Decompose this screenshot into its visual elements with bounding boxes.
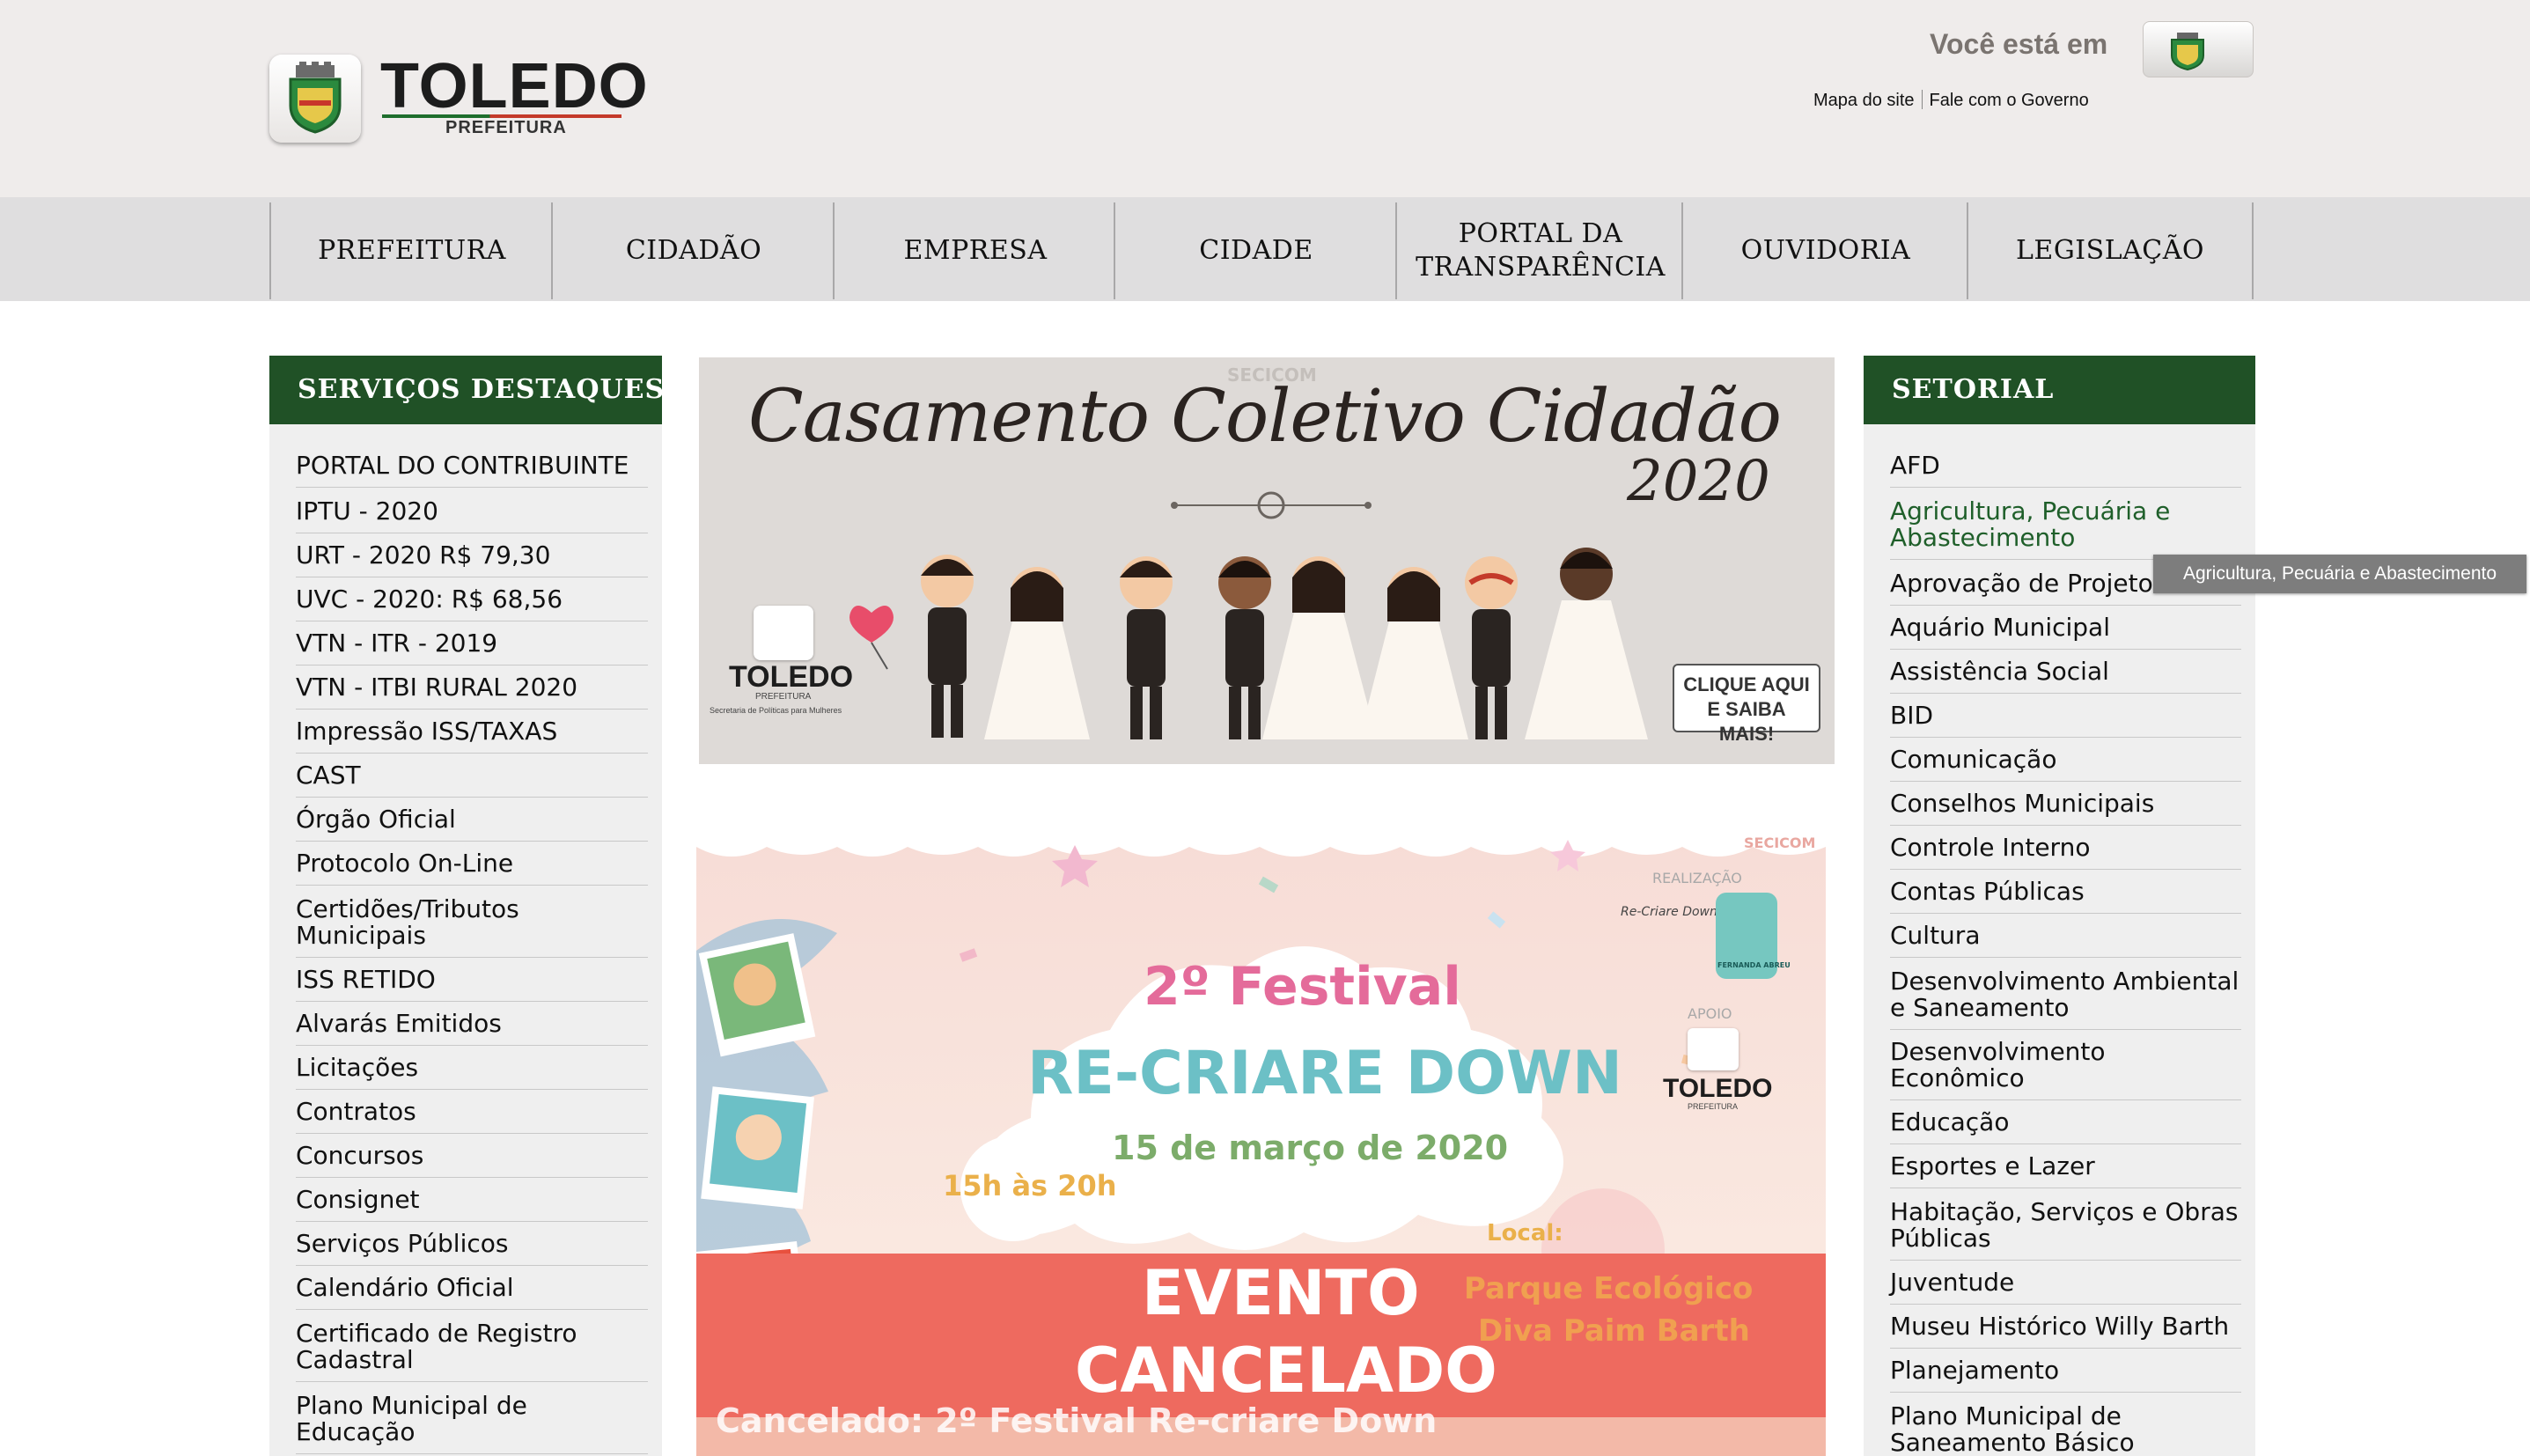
festival-location-line1: Parque Ecológico: [1464, 1271, 1754, 1306]
service-iptu[interactable]: IPTU - 2020: [296, 489, 648, 533]
partner-logo-recriare: Re-Criare Down: [1621, 905, 1717, 919]
sector-agricultura[interactable]: Agricultura, Pecuária e Abastecimento: [1890, 489, 2241, 560]
sector-aquario[interactable]: Aquário Municipal: [1890, 606, 2241, 650]
banner-caption[interactable]: Cancelado: 2º Festival Re-criare Down: [716, 1401, 1437, 1440]
sector-educacao[interactable]: Educação: [1890, 1100, 2241, 1144]
city-crest-logo-icon[interactable]: [269, 55, 361, 143]
banner-logo-subtitle: PREFEITURA: [755, 692, 812, 702]
sector-planejamento[interactable]: Planejamento: [1890, 1349, 2241, 1393]
link-divider: [1921, 90, 1923, 109]
sector-assistencia-social[interactable]: Assistência Social: [1890, 650, 2241, 694]
sector-contas-publicas[interactable]: Contas Públicas: [1890, 870, 2241, 914]
festival-title-line2: RE-CRIARE DOWN: [1027, 1039, 1622, 1108]
city-crest-icon: [2171, 33, 2204, 71]
link-tooltip: Agricultura, Pecuária e Abastecimento: [2153, 555, 2526, 593]
banner-crest-icon: [754, 606, 813, 660]
main-nav: PREFEITURA CIDADÃO EMPRESA CIDADE PORTAL…: [0, 197, 2530, 301]
sitemap-link[interactable]: Mapa do site: [1813, 91, 1915, 110]
service-plano-educacao[interactable]: Plano Municipal de Educação: [296, 1384, 648, 1454]
nav-item-cidadao[interactable]: CIDADÃO: [551, 202, 835, 299]
cancelled-status-line1: EVENTO: [1142, 1257, 1420, 1329]
support-logo-subtitle: PREFEITURA: [1688, 1102, 1739, 1111]
service-uvc[interactable]: UVC - 2020: R$ 68,56: [296, 577, 648, 621]
logo-subtitle: PREFEITURA: [445, 118, 567, 137]
featured-services-panel: SERVIÇOS DESTAQUES PORTAL DO CONTRIBUINT…: [269, 356, 662, 1456]
nav-item-legislacao[interactable]: LEGISLAÇÃO: [1967, 202, 2254, 299]
service-contratos[interactable]: Contratos: [296, 1090, 648, 1134]
sectoral-panel: SETORIAL AFD Agricultura, Pecuária e Aba…: [1864, 356, 2255, 1456]
featured-services-list: PORTAL DO CONTRIBUINTE IPTU - 2020 URT -…: [269, 424, 662, 1456]
banner-logo-caption: Secretaria de Políticas para Mulheres: [710, 706, 842, 715]
sector-desenvolvimento-ambiental[interactable]: Desenvolvimento Ambiental e Saneamento: [1890, 960, 2241, 1030]
sector-saneamento[interactable]: Plano Municipal de Saneamento Básico: [1890, 1394, 2241, 1456]
support-label: APOIO: [1688, 1005, 1732, 1022]
sector-afd[interactable]: AFD: [1890, 444, 2241, 488]
service-vtn-itbi[interactable]: VTN - ITBI RURAL 2020: [296, 665, 648, 710]
banner-watermark: SECICOM: [1744, 835, 1816, 851]
wedding-banner[interactable]: SECICOM Casamento Coletivo Cidadão 2020: [699, 357, 1835, 764]
service-certidoes[interactable]: Certidões/Tributos Municipais: [296, 887, 648, 958]
service-vtn-itr[interactable]: VTN - ITR - 2019: [296, 621, 648, 665]
service-cast[interactable]: CAST: [296, 754, 648, 798]
service-calendario[interactable]: Calendário Oficial: [296, 1266, 648, 1310]
partner-logo-fernanda-label: FERNANDA ABREU: [1717, 961, 1791, 969]
sector-habitacao[interactable]: Habitação, Serviços e Obras Públicas: [1890, 1190, 2241, 1261]
service-licitacoes[interactable]: Licitações: [296, 1046, 648, 1090]
sector-esportes[interactable]: Esportes e Lazer: [1890, 1144, 2241, 1188]
service-alvaras[interactable]: Alvarás Emitidos: [296, 1002, 648, 1046]
sector-comunicacao[interactable]: Comunicação: [1890, 738, 2241, 782]
contact-government-link[interactable]: Fale com o Governo: [1930, 91, 2089, 110]
sector-museu[interactable]: Museu Histórico Willy Barth: [1890, 1305, 2241, 1349]
service-concursos[interactable]: Concursos: [296, 1134, 648, 1178]
festival-location-label: Local:: [1487, 1220, 1563, 1246]
service-consignet[interactable]: Consignet: [296, 1178, 648, 1222]
nav-item-prefeitura[interactable]: PREFEITURA: [269, 202, 553, 299]
support-logo-title: TOLEDO: [1663, 1074, 1773, 1103]
nav-item-empresa[interactable]: EMPRESA: [833, 202, 1116, 299]
logo-title[interactable]: TOLEDO: [380, 51, 649, 121]
sector-juventude[interactable]: Juventude: [1890, 1261, 2241, 1305]
site-header: TOLEDO PREFEITURA Você está em Mapa do s…: [0, 0, 2530, 197]
banner-cta-button[interactable]: CLIQUE AQUI E SAIBA MAIS!: [1673, 664, 1820, 745]
nav-item-ouvidoria[interactable]: OUVIDORIA: [1681, 202, 1968, 299]
service-iss-retido[interactable]: ISS RETIDO: [296, 958, 648, 1002]
sectoral-title: SETORIAL: [1864, 356, 2255, 424]
festival-date: 15 de março de 2020: [1112, 1129, 1509, 1167]
sector-cultura[interactable]: Cultura: [1890, 914, 2241, 958]
realization-label: REALIZAÇÃO: [1652, 870, 1742, 886]
support-crest-icon: [1688, 1028, 1739, 1070]
service-portal-contribuinte[interactable]: PORTAL DO CONTRIBUINTE: [296, 444, 648, 488]
festival-location-line2: Diva Paim Barth: [1478, 1313, 1750, 1349]
sector-bid[interactable]: BID: [1890, 694, 2241, 738]
festival-banner[interactable]: SECICOM REALIZAÇÃO Re-Criare Down FERNAN…: [696, 827, 1826, 1456]
location-selector[interactable]: [2143, 21, 2254, 77]
sector-controle-interno[interactable]: Controle Interno: [1890, 826, 2241, 870]
banner-logo-title: TOLEDO: [729, 660, 854, 694]
top-links: Mapa do site Fale com o Governo: [1813, 90, 2089, 111]
service-protocolo[interactable]: Protocolo On-Line: [296, 842, 648, 886]
nav-item-cidade[interactable]: CIDADE: [1114, 202, 1397, 299]
service-orgao-oficial[interactable]: Órgão Oficial: [296, 798, 648, 842]
location-label: Você está em: [1930, 28, 2108, 60]
festival-time: 15h às 20h: [943, 1169, 1117, 1202]
service-servicos-publicos[interactable]: Serviços Públicos: [296, 1222, 648, 1266]
featured-services-title: SERVIÇOS DESTAQUES: [269, 356, 662, 424]
service-urt[interactable]: URT - 2020 R$ 79,30: [296, 533, 648, 577]
service-certificado-registro[interactable]: Certificado de Registro Cadastral: [296, 1312, 648, 1382]
sector-desenvolvimento-economico[interactable]: Desenvolvimento Econômico: [1890, 1030, 2241, 1100]
nav-item-transparencia[interactable]: PORTAL DA TRANSPARÊNCIA: [1395, 202, 1684, 299]
cancelled-status-line2: CANCELADO: [1075, 1335, 1497, 1407]
wedding-couples-illustration: [849, 491, 1648, 739]
sector-conselhos[interactable]: Conselhos Municipais: [1890, 782, 2241, 826]
service-iss-taxas[interactable]: Impressão ISS/TAXAS: [296, 710, 648, 754]
festival-title-line1: 2º Festival: [1144, 956, 1461, 1018]
